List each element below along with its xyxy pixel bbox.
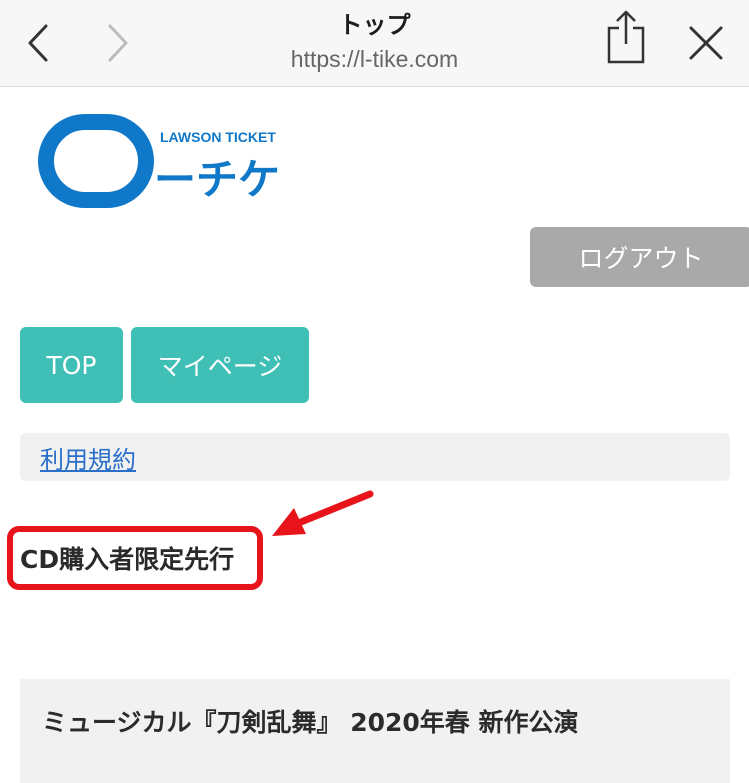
terms-bar: 利用規約: [20, 433, 730, 481]
nav-tabs: TOP マイページ: [20, 327, 309, 403]
tab-mypage[interactable]: マイページ: [131, 327, 309, 403]
lawson-ticket-logo[interactable]: LAWSON TICKET ーチケ: [38, 110, 298, 210]
share-button[interactable]: [606, 10, 646, 64]
page-url: https://l-tike.com: [290, 46, 459, 72]
event-title: ミュージカル『刀剣乱舞』 2020年春 新作公演: [42, 708, 579, 737]
annotation-arrow-icon: [272, 490, 374, 536]
section-heading: CD購入者限定先行: [20, 545, 235, 574]
event-card[interactable]: ミュージカル『刀剣乱舞』 2020年春 新作公演: [20, 679, 730, 783]
back-button[interactable]: [18, 18, 58, 68]
chevron-left-icon: [28, 24, 48, 62]
tab-top[interactable]: TOP: [20, 327, 123, 403]
close-button[interactable]: [686, 18, 726, 68]
address-area[interactable]: トップ https://l-tike.com: [200, 8, 549, 76]
share-icon: [607, 10, 645, 64]
close-icon: [689, 26, 723, 60]
logo-graphic: LAWSON TICKET ーチケ: [38, 114, 280, 208]
logout-button[interactable]: ログアウト: [530, 227, 749, 287]
svg-text:LAWSON TICKET: LAWSON TICKET: [160, 129, 276, 145]
browser-toolbar: トップ https://l-tike.com: [0, 0, 749, 87]
chevron-right-icon: [108, 24, 128, 62]
forward-button[interactable]: [98, 18, 138, 68]
svg-text:ーチケ: ーチケ: [154, 155, 280, 204]
terms-link[interactable]: 利用規約: [40, 440, 136, 475]
page-title: トップ: [338, 11, 411, 39]
